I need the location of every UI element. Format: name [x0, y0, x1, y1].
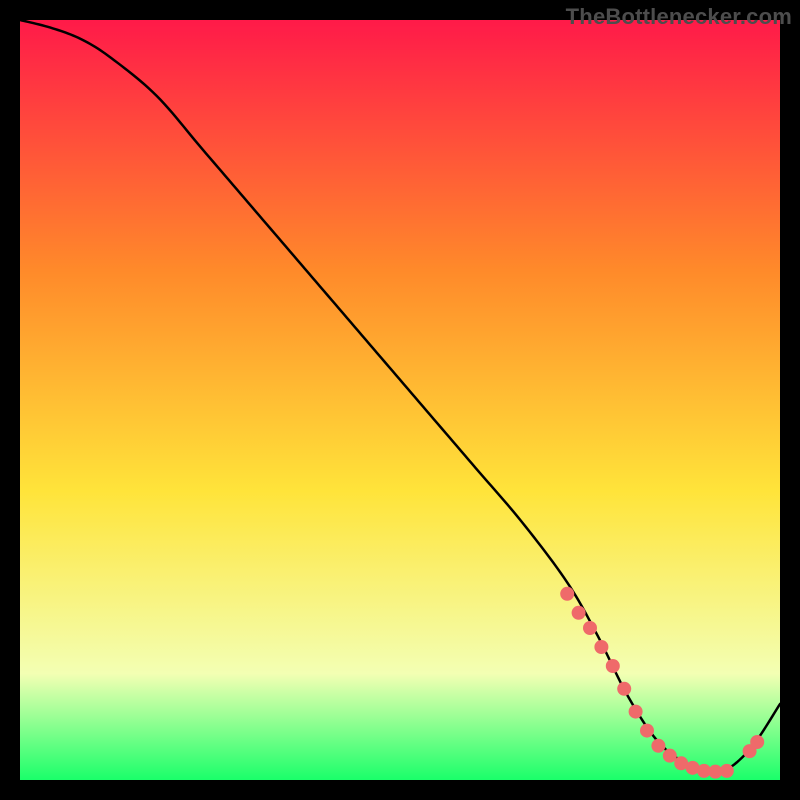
highlight-point [583, 621, 597, 635]
chart-frame: TheBottlenecker.com [0, 0, 800, 800]
highlight-point [750, 735, 764, 749]
highlight-point [651, 739, 665, 753]
plot-area [20, 20, 780, 780]
highlight-point [617, 682, 631, 696]
highlight-point [572, 606, 586, 620]
watermark-text: TheBottlenecker.com [566, 4, 792, 30]
highlight-point [720, 764, 734, 778]
gradient-background [20, 20, 780, 780]
highlight-point [663, 749, 677, 763]
highlight-point [629, 705, 643, 719]
highlight-point [640, 724, 654, 738]
highlight-point [606, 659, 620, 673]
highlight-point [594, 640, 608, 654]
highlight-point [560, 587, 574, 601]
plot-svg [20, 20, 780, 780]
